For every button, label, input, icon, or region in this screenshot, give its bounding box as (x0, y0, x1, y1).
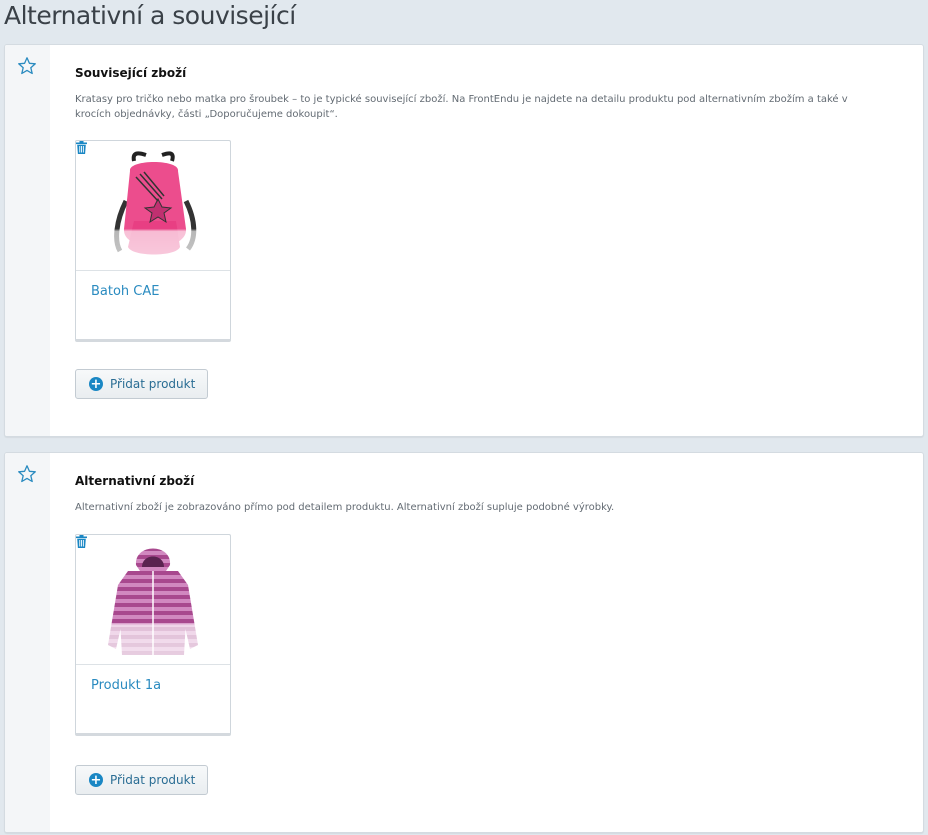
add-product-button[interactable]: + Přidat produkt (75, 765, 208, 795)
product-card[interactable]: Produkt 1a (75, 534, 231, 736)
section-description: Kratasy pro tričko nebo matka pro šroube… (75, 94, 848, 120)
section-description: Alternativní zboží je zobrazováno přímo … (75, 502, 615, 513)
trash-icon[interactable] (76, 535, 87, 548)
add-product-label: Přidat produkt (110, 773, 196, 787)
add-product-label: Přidat produkt (110, 377, 196, 391)
product-card[interactable]: Batoh CAE (75, 140, 231, 342)
product-link[interactable]: Batoh CAE (91, 284, 160, 299)
product-image (76, 141, 230, 271)
star-icon[interactable] (17, 464, 37, 484)
panel-gutter (5, 453, 50, 832)
plus-circle-icon: + (89, 376, 103, 392)
star-icon[interactable] (17, 56, 37, 76)
alternative-products-panel: Alternativní zboží Alternativní zboží je… (4, 452, 924, 833)
section-title: Alternativní zboží (75, 474, 195, 488)
plus-circle-icon: + (89, 772, 103, 788)
product-link[interactable]: Produkt 1a (91, 678, 161, 693)
product-image (76, 535, 230, 665)
page-title: Alternativní a související (4, 1, 296, 30)
trash-icon[interactable] (76, 141, 87, 154)
add-product-button[interactable]: + Přidat produkt (75, 369, 208, 399)
panel-gutter (5, 45, 50, 436)
related-products-panel: Související zboží Kratasy pro tričko neb… (4, 44, 924, 437)
section-title: Související zboží (75, 66, 187, 80)
